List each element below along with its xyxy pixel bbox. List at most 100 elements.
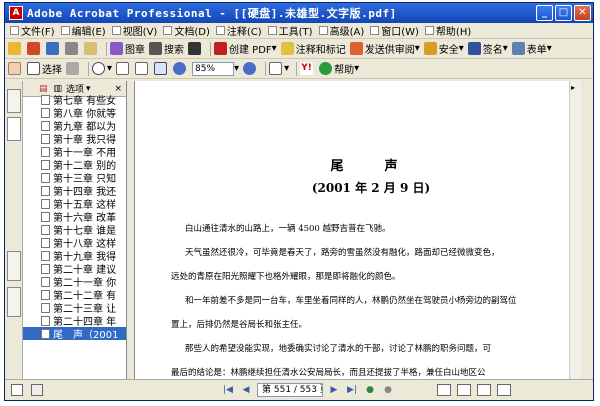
bookmark-item[interactable]: 第十六章 改革 (23, 210, 126, 223)
bookmark-label: 第二十章 建议 (53, 265, 117, 275)
actual-size-button[interactable] (116, 62, 131, 75)
delete-bookmark-icon[interactable]: ▥ (54, 84, 63, 94)
send-review-button[interactable]: 发送供审阅 ▾ (349, 41, 420, 56)
select-label: 选择 (42, 65, 62, 76)
continuous-facing-icon[interactable] (497, 384, 511, 396)
fit-page-button[interactable] (135, 62, 150, 75)
menu-tools[interactable]: 工具(T) (265, 23, 316, 38)
bookmark-item[interactable]: 第二十二章 有 (23, 288, 126, 301)
bookmark-page-icon (41, 185, 50, 196)
first-page-button[interactable]: |◀ (221, 384, 235, 396)
last-page-button[interactable]: ▶| (345, 384, 359, 396)
menu-edit[interactable]: 编辑(E) (58, 23, 109, 38)
bookmark-item[interactable]: 第十九章 我得 (23, 249, 126, 262)
vertical-scrollbar[interactable]: ▸ (569, 81, 581, 379)
navigation-tabs (5, 81, 23, 379)
bookmark-item[interactable]: 第二十一章 你 (23, 275, 126, 288)
printer-icon (65, 42, 78, 55)
bookmark-item[interactable]: 第八章 你就等 (23, 106, 126, 119)
forms-button[interactable]: 表单 ▾ (511, 41, 552, 56)
maximize-button[interactable]: □ (555, 5, 572, 21)
tab-signatures[interactable] (7, 251, 21, 281)
menu-label: 编辑(E) (71, 27, 106, 38)
zoom-tool-button[interactable]: ▾ (92, 62, 112, 75)
bookmark-page-icon (41, 120, 50, 131)
bookmark-item[interactable]: 第九章 都以为 (23, 119, 126, 132)
open-button[interactable] (8, 42, 23, 55)
print-button[interactable] (65, 42, 80, 55)
panel-splitter[interactable] (127, 81, 135, 379)
bookmark-item-selected[interactable]: 尾 声（2001 (23, 327, 126, 340)
stamp-button[interactable]: 图章 (110, 41, 145, 56)
secure-button[interactable]: 安全 ▾ (423, 41, 464, 56)
continuous-page-icon[interactable] (457, 384, 471, 396)
sign-button[interactable]: 签名 ▾ (467, 41, 508, 56)
close-panel-icon[interactable]: × (114, 84, 122, 94)
panel-toggle-icon[interactable] (31, 384, 43, 396)
options-dropdown-icon[interactable]: ▾ (86, 84, 91, 94)
yahoo-button[interactable]: Y! (300, 62, 315, 75)
bookmark-item[interactable]: 第二十四章 年 (23, 314, 126, 327)
create-pdf-button[interactable]: 创建 PDF ▾ (214, 41, 277, 56)
page-number-field[interactable]: 第 551 / 553 页 (257, 383, 323, 397)
snapshot-button[interactable] (66, 62, 81, 75)
next-view-button[interactable]: ● (381, 384, 395, 396)
bookmark-label: 第十一章 不用 (53, 148, 117, 158)
rotate-button[interactable]: ▾ (269, 62, 289, 75)
bookmark-item[interactable]: 第二十章 建议 (23, 262, 126, 275)
previous-view-button[interactable]: ● (363, 384, 377, 396)
close-button[interactable]: ✕ (574, 5, 591, 21)
menu-help[interactable]: 帮助(H) (422, 23, 474, 38)
bookmark-item[interactable]: 第七章 有些女 (23, 93, 126, 106)
forms-icon (511, 42, 525, 55)
comment-markup-button[interactable]: 注释和标记 (280, 41, 346, 56)
bookmark-item[interactable]: 第十八章 这样 (23, 236, 126, 249)
bookmark-label: 尾 声（2001 (53, 330, 119, 340)
new-bookmark-icon[interactable]: ▤ (39, 84, 48, 94)
bookmark-item[interactable]: 第十七章 谁是 (23, 223, 126, 236)
next-page-button[interactable]: ▶ (327, 384, 341, 396)
menu-view[interactable]: 视图(V) (109, 23, 161, 38)
hand-tool-button[interactable] (8, 62, 23, 75)
bookmark-item[interactable]: 第十章 我只得 (23, 132, 126, 145)
bookmark-item[interactable]: 第十一章 不用 (23, 145, 126, 158)
bookmark-item[interactable]: 第十三章 只知 (23, 171, 126, 184)
fit-width-button[interactable] (154, 62, 169, 75)
minimize-button[interactable]: _ (536, 5, 553, 21)
toolbar-separator (210, 41, 211, 56)
bookmark-item[interactable]: 第十五章 这样 (23, 197, 126, 210)
help-label: 帮助 (334, 65, 355, 76)
tab-layers[interactable] (7, 287, 21, 317)
select-tool-button[interactable]: 选择 (27, 61, 62, 76)
bookmark-item[interactable]: 第十二章 别的 (23, 158, 126, 171)
scroll-up-arrow-icon[interactable]: ▸ (571, 83, 575, 92)
hand-icon (8, 62, 21, 75)
bookmark-item[interactable]: 第二十三章 让 (23, 301, 126, 314)
document-view[interactable]: 尾 声 (2001 年 2 月 9 日) 白山通往清水的山路上，一辆 4500 … (135, 81, 581, 379)
email-button[interactable] (84, 42, 99, 55)
tab-pages[interactable] (7, 89, 21, 113)
paragraph: 和一年前差不多是同一台车，车里坐着同样的人，林鹏仍然坐在驾驶员小杨旁边的副驾位 (185, 296, 517, 306)
search-button[interactable]: 搜索 (149, 41, 184, 56)
menu-advanced[interactable]: 高级(A) (316, 23, 368, 38)
menu-window[interactable]: 窗口(W) (367, 23, 422, 38)
bookmark-item[interactable]: 第十四章 我还 (23, 184, 126, 197)
page-layout-icon[interactable] (11, 384, 23, 396)
zoom-in-button[interactable] (243, 62, 258, 75)
person-button[interactable] (188, 42, 203, 55)
menu-comments[interactable]: 注释(C) (213, 23, 265, 38)
single-page-icon[interactable] (437, 384, 451, 396)
menu-file[interactable]: 文件(F) (7, 23, 58, 38)
person-icon (188, 42, 201, 55)
menu-document[interactable]: 文档(D) (160, 23, 213, 38)
zoom-out-button[interactable] (173, 62, 188, 75)
create-button[interactable] (27, 42, 42, 55)
save-button[interactable] (46, 42, 61, 55)
tab-bookmarks[interactable] (7, 117, 21, 141)
zoom-level-field[interactable]: 85% (192, 61, 235, 76)
facing-page-icon[interactable] (477, 384, 491, 396)
previous-page-button[interactable]: ◀ (239, 384, 253, 396)
paragraph: 置上，后排仍然是谷局长和张主任。 (171, 320, 308, 330)
zoom-dropdown[interactable]: ▾ (234, 63, 239, 74)
help-button[interactable]: 帮助 ▾ (319, 61, 359, 76)
